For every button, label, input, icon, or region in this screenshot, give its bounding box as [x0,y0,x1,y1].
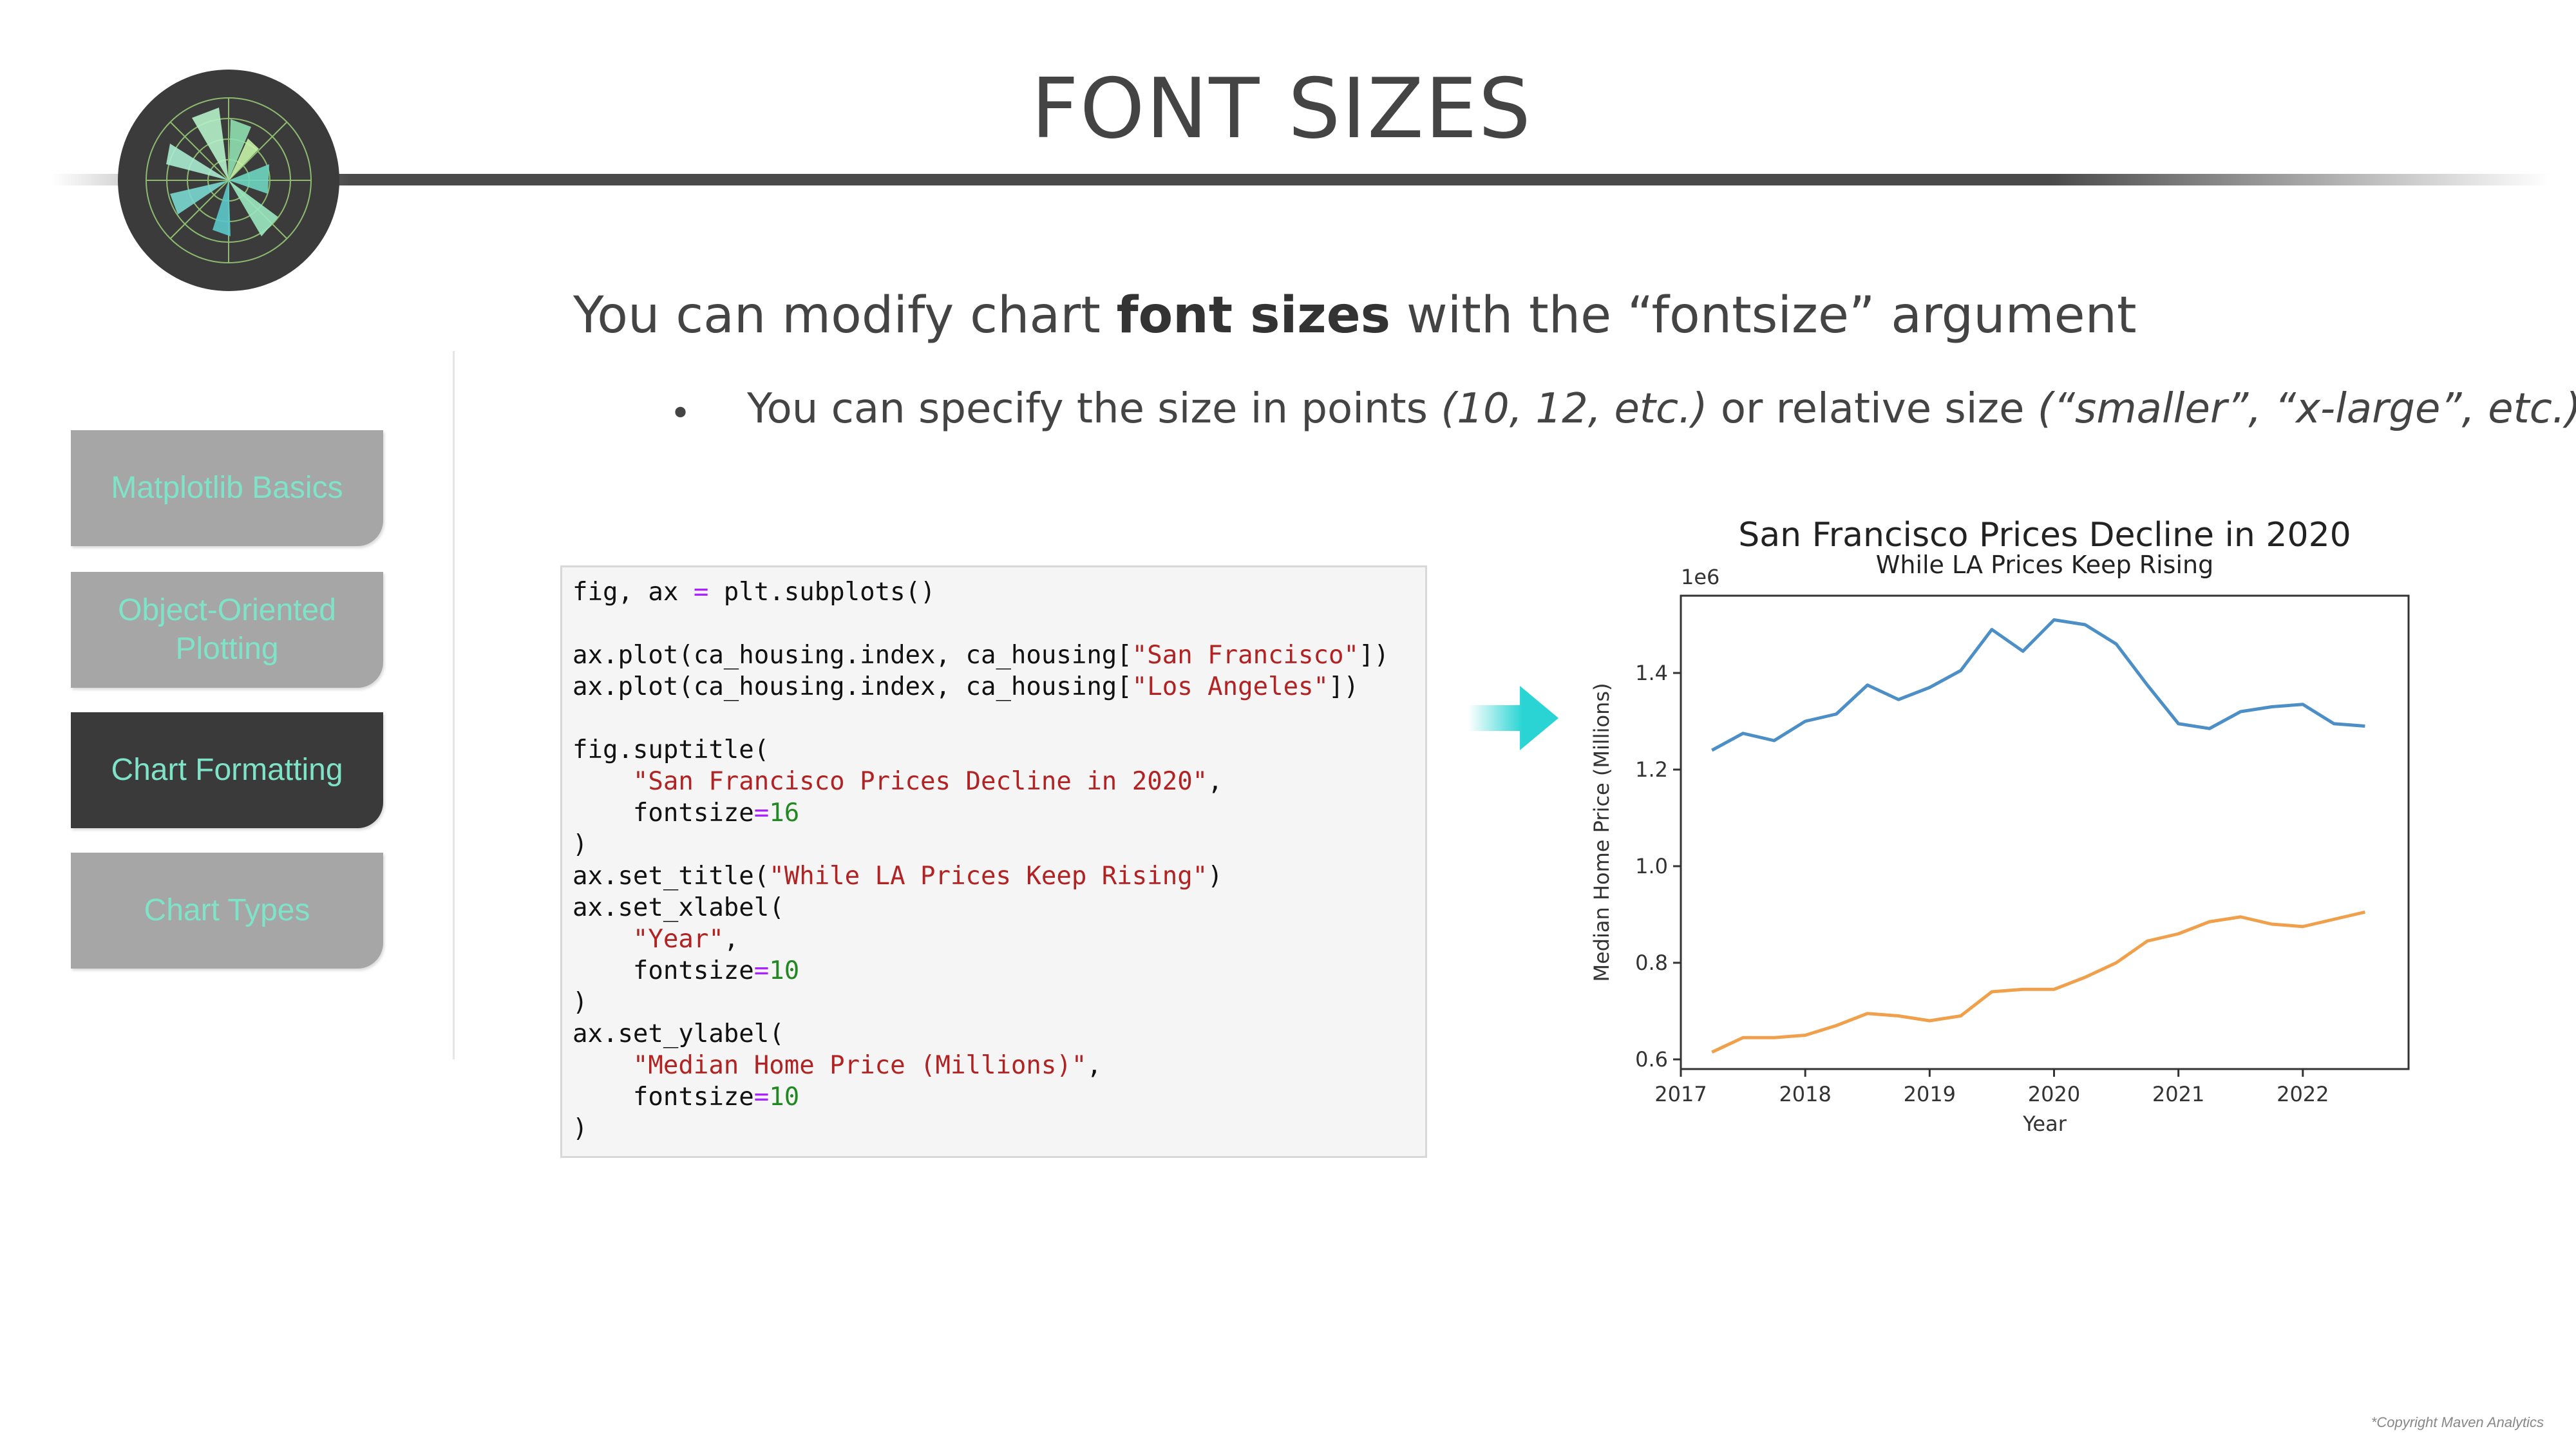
y-tick-label: 1.2 [1635,757,1668,782]
x-tick-label: 2022 [2277,1082,2329,1106]
x-axis-label: Year [2022,1112,2067,1136]
plot-frame [1680,594,2410,1070]
series-line-san-francisco [1711,618,2365,752]
code-line: fig.suptitle( [573,735,770,764]
axis-offset-label: 1e6 [1681,565,1719,589]
line-chart: San Francisco Prices Decline in 2020Whil… [1589,516,2410,1136]
code-line: ax.set_ylabel( [573,1019,784,1048]
y-tick-label: 0.6 [1635,1047,1668,1072]
sidebar-divider [453,351,455,1059]
x-tick-label: 2020 [2028,1082,2080,1106]
nav-chart-formatting[interactable]: Chart Formatting [71,712,383,828]
nav-label: Chart Types [144,893,310,927]
y-tick-label: 0.8 [1635,951,1668,975]
x-tick-label: 2017 [1654,1082,1707,1106]
code-line: fontsize=10 [573,956,800,985]
code-line: "Year", [632,925,739,954]
code-line: fontsize=16 [573,799,800,828]
page-title: FONT SIZES [1031,61,1532,157]
right-arrow-icon [1468,686,1558,750]
code-line: "Median Home Price (Millions)", [632,1051,1102,1080]
x-tick-label: 2021 [2152,1082,2204,1106]
code-line: ax.plot(ca_housing.index, ca_housing["Lo… [573,672,1359,701]
code-text: fig, ax = plt.subplots() ax.plot(ca_hous… [573,576,1389,1144]
chart-subtitle: While LA Prices Keep Rising [1876,551,2213,579]
matplotlib-logo [118,70,339,291]
code-line: fontsize=10 [573,1083,800,1112]
code-line: ) [573,988,588,1017]
nav-chart-types[interactable]: Chart Types [71,853,383,969]
nav-label: Chart Formatting [111,753,343,787]
headline: You can modify chart font sizes with the… [573,287,2137,345]
headline-emphasis: font sizes [1116,287,1391,345]
y-tick-label: 1.4 [1635,661,1668,685]
x-tick-label: 2018 [1779,1082,1831,1106]
series-line-los-angeles [1711,910,2365,1054]
code-line: ax.set_title("While LA Prices Keep Risin… [573,862,1223,891]
x-tick-label: 2019 [1904,1082,1956,1106]
nav-object-oriented-plotting[interactable]: Object-Oriented Plotting [71,572,383,688]
nav-label: Matplotlib Basics [111,471,343,505]
nav-matplotlib-basics[interactable]: Matplotlib Basics [71,430,383,546]
y-tick-label: 1.0 [1635,854,1668,878]
copyright: *Copyright Maven Analytics [2371,1414,2544,1430]
bullet-dot: • [670,393,692,435]
code-block: fig, ax = plt.subplots() ax.plot(ca_hous… [560,565,1427,1158]
code-line: ) [573,830,588,859]
chart-title: San Francisco Prices Decline in 2020 [1738,516,2351,554]
code-line: "San Francisco Prices Decline in 2020", [632,767,1223,796]
y-axis-label: Median Home Price (Millions) [1589,683,1614,981]
code-line: ) [573,1114,588,1143]
title-rule [52,174,2550,185]
code-line: ax.set_xlabel( [573,893,784,922]
nav-label: Object-Oriented Plotting [118,593,336,666]
bullet-text: You can specify the size in points (10, … [747,385,2576,433]
code-line: fig, ax = plt.subplots() [573,578,936,607]
code-line: ax.plot(ca_housing.index, ca_housing["Sa… [573,641,1389,670]
